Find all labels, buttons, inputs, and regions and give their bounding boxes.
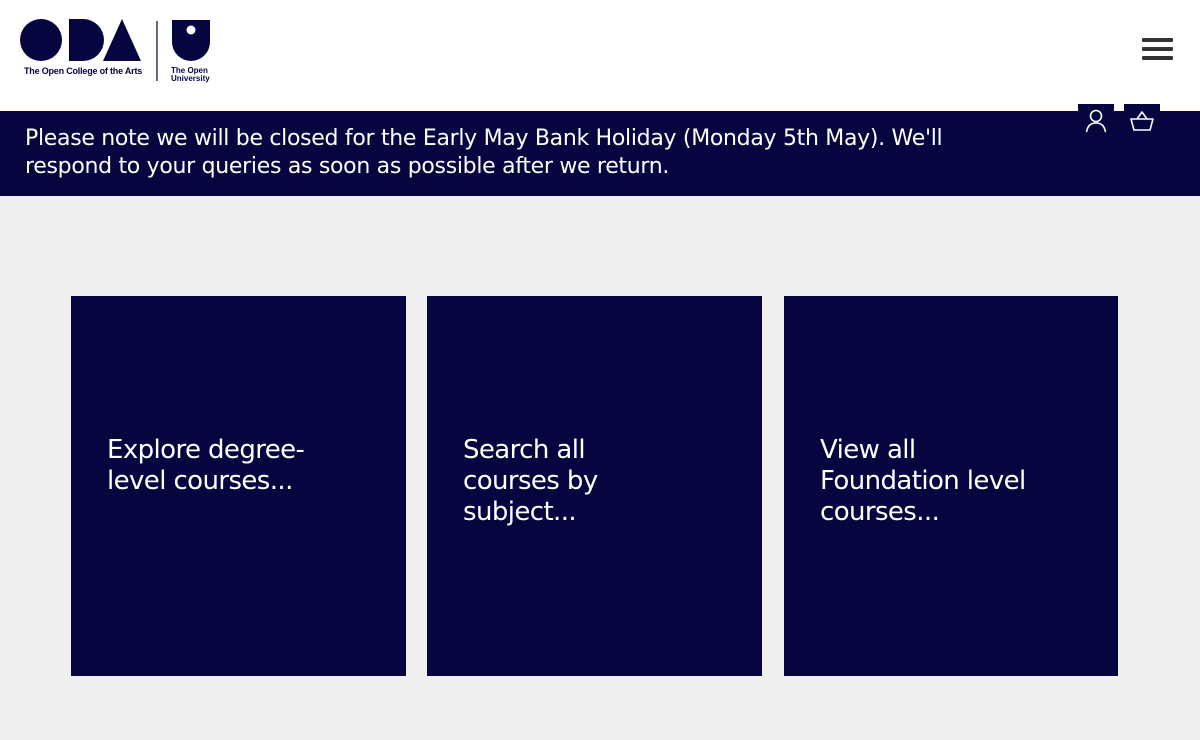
- degree-courses-card[interactable]: Explore degree-level courses...: [71, 296, 406, 676]
- account-button[interactable]: [1078, 104, 1114, 138]
- card-label: Search all courses by subject...: [463, 435, 598, 527]
- menu-bar-middle: [1142, 47, 1173, 51]
- basket-icon: [1130, 111, 1154, 131]
- site-header: The Open College of the Arts The Open Un…: [0, 0, 1200, 111]
- menu-bar-top: [1142, 38, 1173, 42]
- basket-button[interactable]: [1124, 104, 1160, 138]
- logo-ou-line2: University: [171, 74, 210, 83]
- logo-triangle-shape: [103, 19, 141, 61]
- search-courses-card[interactable]: Search all courses by subject...: [427, 296, 762, 676]
- announcement-text: Please note we will be closed for the Ea…: [25, 126, 943, 179]
- hamburger-menu-icon[interactable]: [1140, 37, 1175, 63]
- menu-bar-bottom: [1142, 56, 1173, 60]
- logo-circle-shape: [20, 19, 62, 61]
- foundation-courses-card[interactable]: View all Foundation level courses...: [784, 296, 1118, 676]
- logo-ou-text: The Open University: [171, 67, 210, 83]
- logo-half-circle-shape: [69, 19, 104, 61]
- announcement-banner: Please note we will be closed for the Ea…: [0, 111, 1200, 196]
- logo-oca-text: The Open College of the Arts: [24, 66, 143, 76]
- user-icon: [1085, 109, 1107, 133]
- card-label: View all Foundation level courses...: [820, 435, 1026, 527]
- course-cards: Explore degree-level courses... Search a…: [0, 296, 1200, 676]
- open-university-shield-dot: [186, 25, 196, 35]
- card-label: Explore degree-level courses...: [107, 435, 305, 496]
